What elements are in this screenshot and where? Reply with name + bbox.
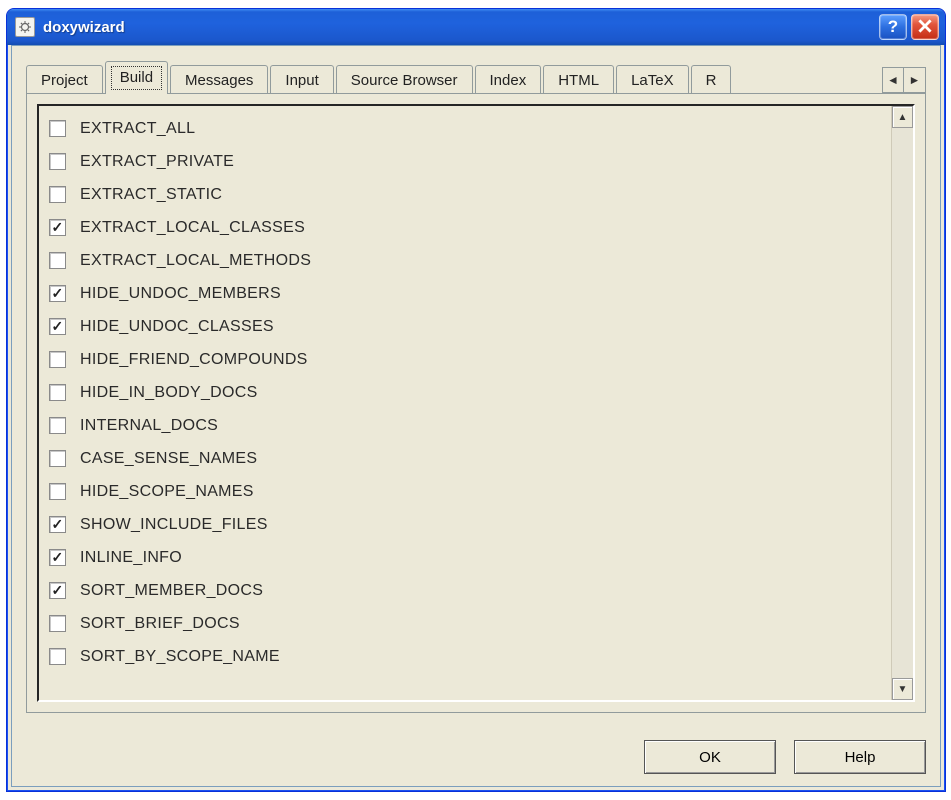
- vertical-scrollbar[interactable]: ▲ ▼: [891, 106, 913, 700]
- option-row[interactable]: EXTRACT_LOCAL_CLASSES: [49, 211, 887, 244]
- option-label: HIDE_FRIEND_COMPOUNDS: [80, 351, 308, 369]
- tab-label: Build: [120, 69, 153, 86]
- chevron-left-icon: ◄: [887, 73, 899, 87]
- option-checkbox[interactable]: [49, 186, 66, 203]
- tab-source-browser[interactable]: Source Browser: [336, 65, 473, 95]
- tab-build[interactable]: Build: [105, 61, 168, 94]
- option-checkbox[interactable]: [49, 648, 66, 665]
- option-checkbox[interactable]: [49, 120, 66, 137]
- dialog-button-row: OK Help: [644, 740, 926, 774]
- tab-label: Input: [285, 72, 318, 89]
- tab-label: Index: [490, 72, 527, 89]
- option-row[interactable]: SORT_BRIEF_DOCS: [49, 607, 887, 640]
- tab-input[interactable]: Input: [270, 65, 333, 95]
- option-label: SORT_BY_SCOPE_NAME: [80, 648, 280, 666]
- option-row[interactable]: SORT_BY_SCOPE_NAME: [49, 640, 887, 673]
- option-checkbox[interactable]: [49, 351, 66, 368]
- help-button[interactable]: Help: [794, 740, 926, 774]
- option-label: EXTRACT_LOCAL_METHODS: [80, 252, 311, 270]
- window-frame: doxywizard ? Project Build Messages Input So…: [6, 8, 946, 792]
- chevron-down-icon: ▼: [898, 684, 908, 695]
- option-row[interactable]: EXTRACT_PRIVATE: [49, 145, 887, 178]
- titlebar-close-button[interactable]: [911, 14, 939, 40]
- option-label: SORT_MEMBER_DOCS: [80, 582, 263, 600]
- option-checkbox[interactable]: [49, 549, 66, 566]
- option-label: EXTRACT_STATIC: [80, 186, 222, 204]
- window-title: doxywizard: [43, 19, 125, 36]
- tab-label: Messages: [185, 72, 253, 89]
- tab-messages[interactable]: Messages: [170, 65, 268, 95]
- tab-label: R: [706, 72, 717, 89]
- tab-scroll-right[interactable]: ►: [904, 67, 926, 93]
- option-checkbox[interactable]: [49, 252, 66, 269]
- option-checkbox[interactable]: [49, 384, 66, 401]
- tab-label: HTML: [558, 72, 599, 89]
- chevron-right-icon: ►: [909, 73, 921, 87]
- tab-index[interactable]: Index: [475, 65, 542, 95]
- option-label: HIDE_UNDOC_MEMBERS: [80, 285, 281, 303]
- tab-label: Project: [41, 72, 88, 89]
- tab-latex[interactable]: LaTeX: [616, 65, 689, 95]
- option-row[interactable]: EXTRACT_STATIC: [49, 178, 887, 211]
- scroll-up-button[interactable]: ▲: [892, 106, 913, 128]
- option-checkbox[interactable]: [49, 615, 66, 632]
- option-checkbox[interactable]: [49, 219, 66, 236]
- option-label: HIDE_UNDOC_CLASSES: [80, 318, 274, 336]
- option-row[interactable]: HIDE_UNDOC_MEMBERS: [49, 277, 887, 310]
- option-label: CASE_SENSE_NAMES: [80, 450, 257, 468]
- option-checkbox[interactable]: [49, 318, 66, 335]
- tab-strip: Project Build Messages Input Source Browser I…: [26, 62, 926, 94]
- option-label: HIDE_IN_BODY_DOCS: [80, 384, 258, 402]
- titlebar-help-button[interactable]: ?: [879, 14, 907, 40]
- option-row[interactable]: HIDE_FRIEND_COMPOUNDS: [49, 343, 887, 376]
- option-checkbox[interactable]: [49, 285, 66, 302]
- option-row[interactable]: HIDE_UNDOC_CLASSES: [49, 310, 887, 343]
- option-checkbox[interactable]: [49, 153, 66, 170]
- option-row[interactable]: INLINE_INFO: [49, 541, 887, 574]
- tab-label: Source Browser: [351, 72, 458, 89]
- option-label: EXTRACT_LOCAL_CLASSES: [80, 219, 305, 237]
- tab-project[interactable]: Project: [26, 65, 103, 95]
- option-checkbox[interactable]: [49, 582, 66, 599]
- options-list-frame: EXTRACT_ALL EXTRACT_PRIVATE EXTRACT_STATIC…: [37, 104, 915, 702]
- option-row[interactable]: SHOW_INCLUDE_FILES: [49, 508, 887, 541]
- tab-html[interactable]: HTML: [543, 65, 614, 95]
- option-row[interactable]: HIDE_SCOPE_NAMES: [49, 475, 887, 508]
- option-row[interactable]: INTERNAL_DOCS: [49, 409, 887, 442]
- option-label: INLINE_INFO: [80, 549, 182, 567]
- option-row[interactable]: EXTRACT_ALL: [49, 112, 887, 145]
- option-checkbox[interactable]: [49, 417, 66, 434]
- option-checkbox[interactable]: [49, 483, 66, 500]
- option-checkbox[interactable]: [49, 450, 66, 467]
- option-row[interactable]: EXTRACT_LOCAL_METHODS: [49, 244, 887, 277]
- tab-label: LaTeX: [631, 72, 674, 89]
- option-row[interactable]: SORT_MEMBER_DOCS: [49, 574, 887, 607]
- option-label: SHOW_INCLUDE_FILES: [80, 516, 268, 534]
- option-row[interactable]: CASE_SENSE_NAMES: [49, 442, 887, 475]
- tab-r[interactable]: R: [691, 65, 732, 95]
- option-label: INTERNAL_DOCS: [80, 417, 218, 435]
- option-label: EXTRACT_PRIVATE: [80, 153, 234, 171]
- option-checkbox[interactable]: [49, 516, 66, 533]
- close-icon: [918, 19, 932, 36]
- client-area: Project Build Messages Input Source Browser I…: [11, 45, 941, 787]
- tab-scroll-controls: ◄ ►: [882, 66, 926, 94]
- option-row[interactable]: HIDE_IN_BODY_DOCS: [49, 376, 887, 409]
- option-label: HIDE_SCOPE_NAMES: [80, 483, 254, 501]
- option-label: SORT_BRIEF_DOCS: [80, 615, 240, 633]
- chevron-up-icon: ▲: [898, 112, 908, 123]
- ok-button[interactable]: OK: [644, 740, 776, 774]
- titlebar[interactable]: doxywizard ?: [7, 9, 945, 45]
- tab-scroll-left[interactable]: ◄: [882, 67, 904, 93]
- options-list[interactable]: EXTRACT_ALL EXTRACT_PRIVATE EXTRACT_STATIC…: [39, 106, 891, 700]
- tab-page-build: EXTRACT_ALL EXTRACT_PRIVATE EXTRACT_STATIC…: [26, 93, 926, 713]
- option-label: EXTRACT_ALL: [80, 120, 195, 138]
- scroll-down-button[interactable]: ▼: [892, 678, 913, 700]
- app-icon: [15, 17, 35, 37]
